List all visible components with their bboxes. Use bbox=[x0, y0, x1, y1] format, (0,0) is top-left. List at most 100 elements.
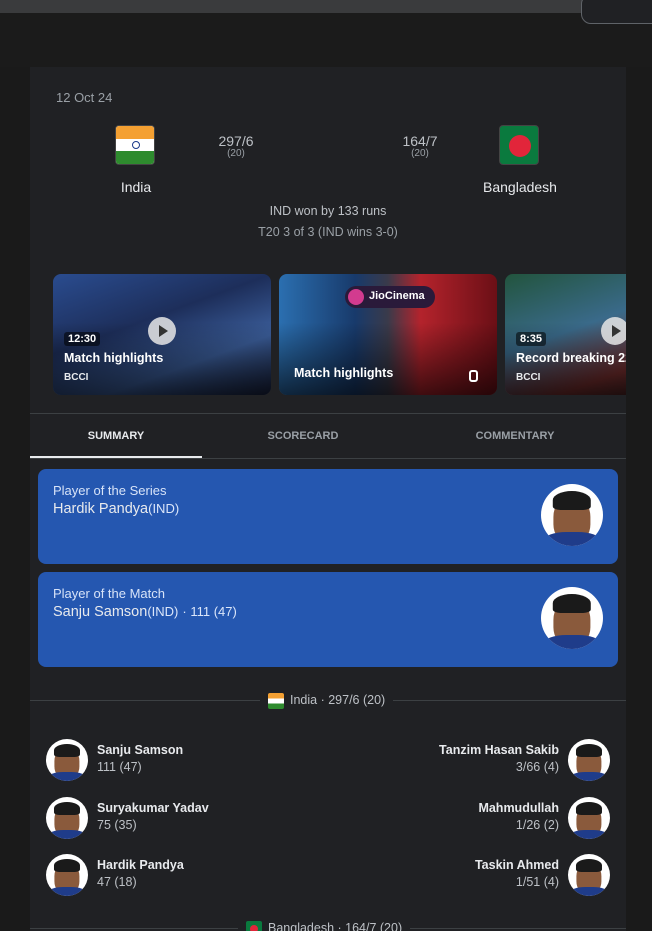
hair-shape bbox=[575, 859, 603, 872]
india-flag-icon bbox=[268, 692, 284, 709]
video-source: BCCI bbox=[64, 372, 89, 383]
innings-label: India · 297/6 (20) bbox=[260, 690, 394, 710]
play-icon[interactable] bbox=[601, 317, 626, 345]
innings-label-text: India · 297/6 (20) bbox=[290, 693, 386, 707]
video-carousel: 12:30 Match highlights BCCI JioCinema Ma… bbox=[53, 274, 626, 395]
award-player-team: (IND) bbox=[148, 501, 180, 516]
batter-row[interactable]: Sanju Samson 111 (47) bbox=[46, 739, 316, 783]
player-stat: 111 (47) bbox=[97, 760, 142, 774]
award-label: Player of the Match bbox=[53, 586, 165, 601]
india-flag-icon[interactable] bbox=[115, 125, 155, 165]
shirt-shape bbox=[48, 771, 86, 781]
player-avatar bbox=[568, 797, 610, 839]
match-card: 12 Oct 24 India 297/6 (20) 164/7 (20) Ba… bbox=[30, 67, 626, 931]
award-player-stat: · 111 (47) bbox=[182, 604, 237, 619]
player-avatar bbox=[541, 587, 603, 649]
innings-label-text: Bangladesh · 164/7 (20) bbox=[268, 921, 403, 931]
hair-shape bbox=[53, 802, 81, 815]
team2-overs: (20) bbox=[411, 148, 429, 159]
tab-commentary[interactable]: COMMENTARY bbox=[404, 414, 626, 458]
top-right-control[interactable] bbox=[581, 0, 652, 24]
bangladesh-flag-icon[interactable] bbox=[499, 125, 539, 165]
hair-shape bbox=[53, 744, 81, 757]
innings-header: Bangladesh · 164/7 (20) bbox=[30, 918, 626, 931]
bowler-row[interactable]: Mahmudullah 1/26 (2) bbox=[340, 797, 610, 841]
shorts-icon bbox=[469, 370, 478, 382]
player-avatar bbox=[46, 854, 88, 896]
innings-label: Bangladesh · 164/7 (20) bbox=[238, 918, 411, 931]
video-title: Record breaking 22 bbox=[516, 351, 626, 365]
jiocinema-logo-icon bbox=[348, 289, 364, 305]
team1-overs: (20) bbox=[227, 148, 245, 159]
player-avatar bbox=[46, 739, 88, 781]
left-gutter bbox=[0, 67, 30, 931]
video-duration: 8:35 bbox=[516, 332, 547, 346]
play-icon[interactable] bbox=[148, 317, 176, 345]
award-label: Player of the Series bbox=[53, 483, 167, 498]
player-name: Suryakumar Yadav bbox=[97, 801, 209, 815]
video-card[interactable]: 8:35 Record breaking 22 BCCI bbox=[505, 274, 626, 395]
video-title: Match highlights bbox=[294, 366, 394, 380]
flag-disc bbox=[509, 135, 531, 157]
player-of-series-card[interactable]: Player of the Series Hardik Pandya(IND) bbox=[38, 469, 618, 564]
award-player: Sanju Samson(IND) · 111 (47) bbox=[53, 604, 237, 620]
flag-band bbox=[116, 151, 154, 164]
award-player-name: Hardik Pandya bbox=[53, 501, 149, 517]
shirt-shape bbox=[544, 635, 600, 649]
shirt-shape bbox=[48, 886, 86, 896]
bowler-row[interactable]: Tanzim Hasan Sakib 3/66 (4) bbox=[340, 739, 610, 783]
team1-name[interactable]: India bbox=[66, 179, 206, 195]
hair-shape bbox=[53, 859, 81, 872]
player-stat: 75 (35) bbox=[97, 818, 137, 832]
player-stat: 3/66 (4) bbox=[515, 760, 559, 774]
jiocinema-badge: JioCinema bbox=[345, 286, 435, 308]
video-source: BCCI bbox=[516, 372, 541, 383]
tab-scorecard[interactable]: SCORECARD bbox=[202, 414, 404, 458]
series-status: T20 3 of 3 (IND wins 3-0) bbox=[258, 225, 398, 239]
match-date: 12 Oct 24 bbox=[56, 90, 113, 105]
player-name: Tanzim Hasan Sakib bbox=[439, 743, 559, 757]
flag-band bbox=[116, 126, 154, 139]
award-player-name: Sanju Samson bbox=[53, 604, 148, 620]
player-name: Sanju Samson bbox=[97, 743, 184, 757]
player-of-match-card[interactable]: Player of the Match Sanju Samson(IND) · … bbox=[38, 572, 618, 667]
player-stat: 1/51 (4) bbox=[515, 875, 559, 889]
browser-strip bbox=[0, 0, 652, 13]
video-card[interactable]: 12:30 Match highlights BCCI bbox=[53, 274, 271, 395]
innings-header: India · 297/6 (20) bbox=[30, 690, 626, 710]
tab-summary[interactable]: SUMMARY bbox=[30, 414, 202, 458]
right-gutter bbox=[626, 67, 652, 931]
hair-shape bbox=[575, 744, 603, 757]
hair-shape bbox=[575, 802, 603, 815]
batter-row[interactable]: Suryakumar Yadav 75 (35) bbox=[46, 797, 316, 841]
shirt-shape bbox=[544, 532, 600, 546]
bangladesh-flag-icon bbox=[246, 920, 262, 931]
award-player: Hardik Pandya(IND) bbox=[53, 501, 179, 517]
player-stat: 1/26 (2) bbox=[515, 818, 559, 832]
video-card[interactable]: JioCinema Match highlights bbox=[279, 274, 497, 395]
team1-score: 297/6 bbox=[218, 133, 254, 149]
flag-chakra bbox=[132, 141, 140, 149]
jiocinema-label: JioCinema bbox=[369, 290, 425, 302]
shirt-shape bbox=[570, 886, 608, 896]
shirt-shape bbox=[570, 771, 608, 781]
player-avatar bbox=[568, 854, 610, 896]
shirt-shape bbox=[48, 829, 86, 839]
award-player-team: (IND) bbox=[147, 604, 179, 619]
player-avatar bbox=[541, 484, 603, 546]
player-stat: 47 (18) bbox=[97, 875, 137, 889]
shirt-shape bbox=[570, 829, 608, 839]
hair-shape bbox=[552, 491, 592, 511]
batter-row[interactable]: Hardik Pandya 47 (18) bbox=[46, 854, 316, 898]
match-tabs: SUMMARY SCORECARD COMMENTARY bbox=[30, 413, 626, 459]
player-avatar bbox=[568, 739, 610, 781]
team2-name[interactable]: Bangladesh bbox=[450, 179, 590, 195]
player-avatar bbox=[46, 797, 88, 839]
video-title: Match highlights bbox=[64, 351, 164, 365]
player-name: Taskin Ahmed bbox=[474, 858, 559, 872]
player-name: Hardik Pandya bbox=[97, 858, 184, 872]
bowler-row[interactable]: Taskin Ahmed 1/51 (4) bbox=[340, 854, 610, 898]
match-result: IND won by 133 runs bbox=[269, 204, 387, 218]
browser-top-area bbox=[0, 0, 652, 67]
player-name: Mahmudullah bbox=[478, 801, 559, 815]
